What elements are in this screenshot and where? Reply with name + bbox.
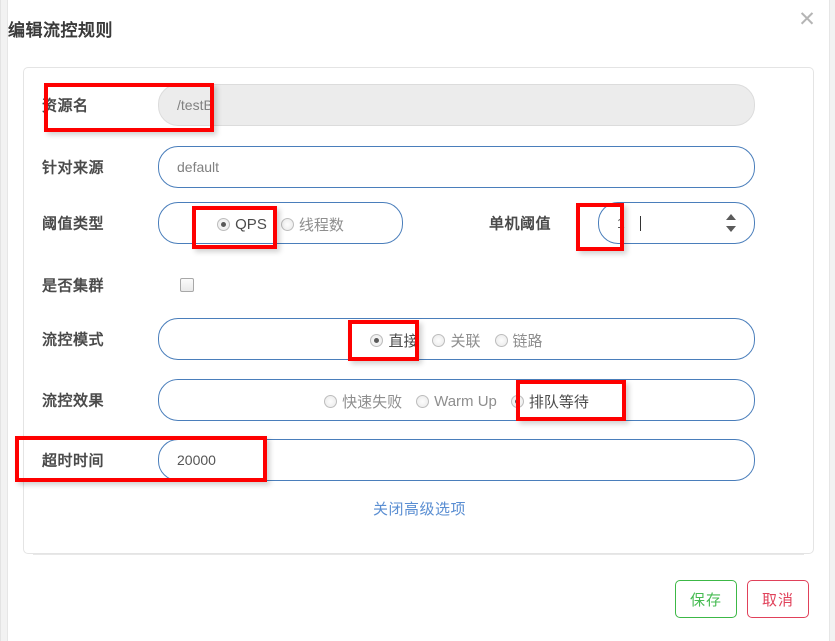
- radio-label: 排队等待: [528, 393, 589, 411]
- radio-behavior-warm-up[interactable]: Warm Up: [416, 393, 497, 410]
- limit-origin-input[interactable]: default: [158, 146, 755, 188]
- stepper-up-icon[interactable]: [725, 214, 736, 220]
- radio-label: 直接: [388, 332, 419, 350]
- radio-dot-icon: [324, 394, 338, 408]
- limit-origin-value: default: [177, 159, 220, 175]
- radio-mode-associate[interactable]: 关联: [432, 330, 481, 351]
- form-row-resource: 资源名 /testB: [24, 84, 815, 126]
- form-row-timeout: 超时时间 20000: [24, 439, 815, 481]
- timeout-value: 20000: [177, 452, 216, 468]
- timeout-input[interactable]: 20000: [158, 439, 755, 481]
- threshold-type-group: QPS 线程数: [158, 202, 403, 244]
- single-threshold-value: 1: [617, 215, 625, 231]
- label-threshold-type: 阈值类型: [42, 215, 105, 233]
- form-row-origin: 针对来源 default: [24, 146, 815, 188]
- footer-divider: [33, 554, 804, 555]
- radio-dot-icon: [217, 217, 231, 231]
- text-caret: [640, 216, 641, 231]
- label-resource: 资源名: [42, 97, 89, 115]
- dialog-footer: 保存 取消: [674, 580, 809, 618]
- label-single-threshold: 单机阈值: [489, 215, 552, 233]
- form-row-cluster: 是否集群: [24, 264, 815, 306]
- single-threshold-input[interactable]: 1: [598, 202, 755, 244]
- radio-label: 快速失败: [342, 393, 403, 411]
- radio-dot-icon: [370, 333, 384, 347]
- close-icon[interactable]: ✕: [794, 6, 820, 32]
- control-behavior-radios: 快速失败 Warm Up 排队等待: [159, 380, 754, 422]
- stepper-down-icon[interactable]: [725, 226, 736, 232]
- number-stepper[interactable]: [725, 214, 736, 232]
- radio-label: 关联: [450, 332, 481, 350]
- save-button[interactable]: 保存: [674, 580, 737, 618]
- label-control-behavior: 流控效果: [42, 392, 105, 410]
- edit-flow-rule-dialog: 编辑流控规则 ✕ 资源名 /testB 针对来源 default 阈值类型 QP…: [0, 0, 835, 641]
- label-cluster: 是否集群: [42, 277, 105, 295]
- radio-behavior-queue[interactable]: 排队等待: [510, 391, 589, 412]
- radio-mode-direct[interactable]: 直接: [370, 330, 418, 351]
- radio-threshold-qps[interactable]: QPS: [217, 216, 267, 233]
- radio-label: 链路: [512, 332, 543, 350]
- radio-dot-icon: [416, 394, 430, 408]
- control-mode-radios: 直接 关联 链路: [159, 319, 754, 361]
- radio-label: 线程数: [298, 216, 344, 234]
- form-row-control-mode: 流控模式 直接 关联 链路: [24, 318, 815, 360]
- threshold-type-radios: QPS 线程数: [159, 203, 402, 245]
- toggle-advanced-options-link[interactable]: 关闭高级选项: [24, 498, 815, 519]
- radio-dot-icon: [432, 333, 446, 347]
- radio-behavior-fast-fail[interactable]: 快速失败: [324, 391, 402, 412]
- control-mode-group: 直接 关联 链路: [158, 318, 755, 360]
- cluster-checkbox[interactable]: [180, 278, 194, 292]
- control-behavior-group: 快速失败 Warm Up 排队等待: [158, 379, 755, 421]
- radio-label: Warm Up: [434, 392, 497, 410]
- resource-name-input[interactable]: /testB: [158, 84, 755, 126]
- radio-label: QPS: [235, 215, 267, 233]
- page-title: 编辑流控规则: [8, 21, 113, 40]
- radio-dot-icon: [510, 394, 524, 408]
- label-timeout: 超时时间: [42, 452, 105, 470]
- label-origin: 针对来源: [42, 159, 105, 177]
- radio-mode-chain[interactable]: 链路: [494, 330, 543, 351]
- form-row-control-behavior: 流控效果 快速失败 Warm Up 排队等待: [24, 379, 815, 421]
- radio-threshold-threads[interactable]: 线程数: [280, 214, 344, 235]
- radio-dot-icon: [280, 217, 294, 231]
- cancel-button[interactable]: 取消: [746, 580, 809, 618]
- form-card: 资源名 /testB 针对来源 default 阈值类型 QPS 线程数 单机阈…: [23, 67, 814, 554]
- label-control-mode: 流控模式: [42, 331, 105, 349]
- form-row-threshold-type: 阈值类型 QPS 线程数 单机阈值 1: [24, 202, 815, 244]
- resource-name-value: /testB: [177, 97, 213, 113]
- radio-dot-icon: [494, 333, 508, 347]
